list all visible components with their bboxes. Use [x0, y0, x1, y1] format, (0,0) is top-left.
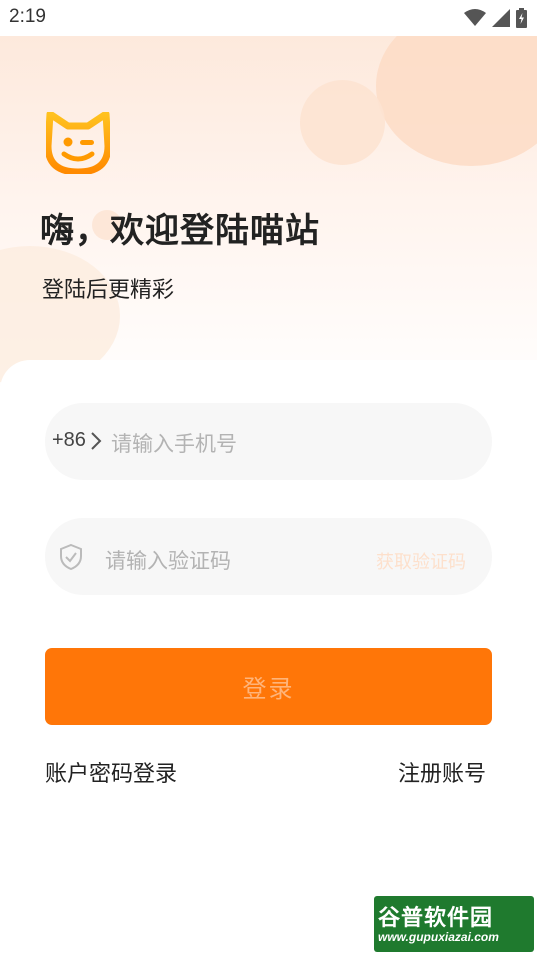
login-button-label: 登录 [242, 676, 295, 703]
watermark-title: 谷普软件园 [378, 905, 494, 930]
cell-signal-icon [492, 9, 510, 27]
country-code: +86 [52, 429, 86, 451]
wifi-icon [464, 9, 486, 26]
verification-code-input[interactable]: 请输入验证码 [105, 545, 231, 575]
page-subtitle: 登陆后更精彩 [42, 277, 175, 302]
register-link[interactable]: 注册账号 [398, 756, 486, 788]
decor-circle-large [376, 36, 537, 166]
watermark-url: www.gupuxiazai.com [378, 930, 499, 944]
phone-field[interactable]: +86 请输入手机号 [45, 403, 492, 480]
shield-check-icon [60, 544, 82, 570]
verification-code-field[interactable]: 请输入验证码 获取验证码 [45, 518, 492, 595]
password-login-link[interactable]: 账户密码登录 [45, 756, 177, 788]
chevron-right-icon [91, 431, 102, 450]
phone-input[interactable]: 请输入手机号 [111, 428, 237, 458]
decor-circle-medium [300, 80, 385, 165]
page-title: 嗨，欢迎登陆喵站 [40, 212, 320, 250]
status-icons [464, 7, 527, 29]
get-code-button[interactable]: 获取验证码 [376, 548, 466, 574]
watermark: 谷普软件园 www.gupuxiazai.com [374, 896, 534, 952]
country-code-selector[interactable]: +86 [52, 429, 102, 452]
login-button[interactable]: 登录 [45, 648, 492, 725]
status-time: 2:19 [9, 6, 46, 27]
status-bar: 2:19 [0, 0, 537, 36]
battery-icon [516, 8, 527, 28]
cat-face-logo-icon [46, 112, 110, 174]
